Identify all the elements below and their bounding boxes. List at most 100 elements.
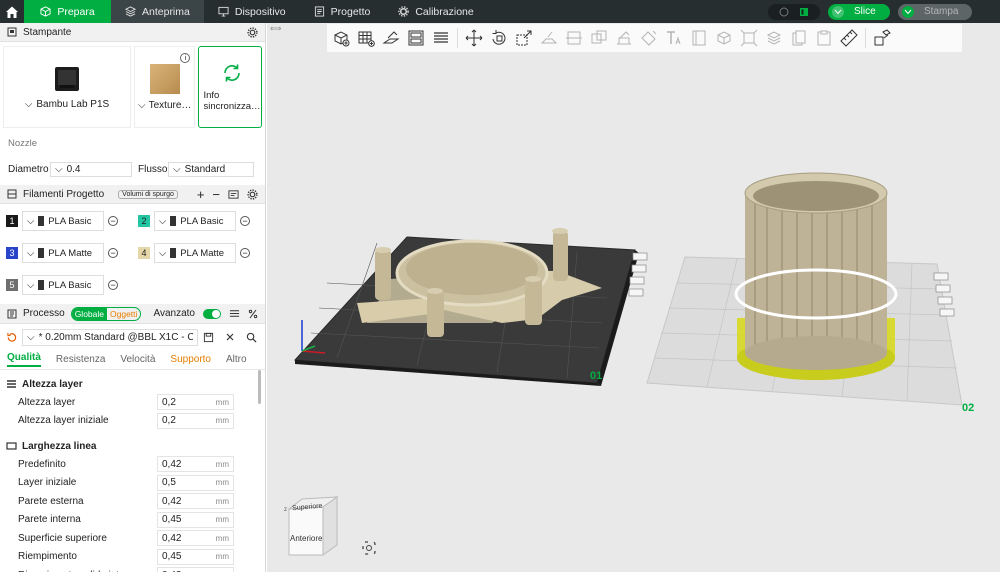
chevron-down-icon[interactable] [832, 5, 844, 18]
param-input[interactable]: 0,2 mm [157, 412, 234, 429]
fit-view-icon[interactable] [362, 541, 376, 555]
close-icon[interactable] [225, 332, 235, 342]
chevron-down-icon[interactable] [902, 5, 914, 18]
sync-info-button[interactable]: Info sincronizza… [198, 46, 263, 128]
param-row: Parete interna 0,45 mm [0, 511, 265, 530]
param-label: Parete esterna [18, 495, 84, 507]
chevron-down-icon: ⌵ [27, 215, 35, 227]
filament-dropdown[interactable]: ⌵ PLA Basic [154, 211, 236, 231]
plate-selector[interactable]: i ⌵ Texture… [133, 46, 196, 128]
tab-other[interactable]: Altro [226, 354, 247, 365]
tab-calibration[interactable]: Calibrazione [384, 0, 487, 23]
flow-dropdown[interactable]: ⌵ Standard [168, 161, 254, 177]
param-input[interactable]: 0,42mm [157, 456, 234, 473]
chevron-down-icon: ⌵ [24, 98, 33, 110]
advanced-toggle[interactable] [203, 308, 221, 319]
global-objects-toggle[interactable]: Globale Oggetti [70, 306, 142, 321]
printer-selector[interactable]: ⌵ Bambu Lab P1S [3, 46, 131, 128]
remove-filament-icon[interactable]: − [108, 216, 118, 226]
diameter-dropdown[interactable]: ⌵ 0.4 [50, 161, 132, 177]
search-icon[interactable] [246, 332, 257, 343]
list-icon[interactable] [229, 308, 240, 319]
param-row: Altezza layer iniziale 0,2 mm [0, 412, 265, 431]
filament-color-badge[interactable]: 4 [138, 247, 150, 259]
purge-volumes-button[interactable]: Volumi di spurgo [118, 189, 178, 199]
filament-color-badge[interactable]: 5 [6, 279, 18, 291]
sync-ams-icon[interactable] [228, 189, 239, 200]
global-option[interactable]: Globale [71, 307, 107, 320]
process-section-header: Processo Globale Oggetti Avanzato [0, 304, 265, 324]
home-button[interactable] [0, 0, 24, 23]
scene[interactable]: 01 02 Superiore Anteriore z [267, 23, 1000, 572]
navigation-cube[interactable]: Superiore Anteriore z [284, 496, 339, 556]
filament-swatch-icon [38, 280, 45, 290]
filament-dropdown[interactable]: ⌵ PLA Matte [154, 243, 236, 263]
tab-speed[interactable]: Velocità [120, 354, 155, 365]
printer-name: Bambu Lab P1S [36, 98, 110, 110]
tab-quality[interactable]: Qualità [7, 352, 41, 367]
param-input[interactable]: 0,5 mm [157, 474, 234, 491]
params-scrollbar[interactable] [258, 370, 261, 404]
plate-name: Texture… [148, 99, 192, 111]
print-button[interactable]: Stampa [898, 3, 972, 20]
tab-prepare[interactable]: Prepara [24, 0, 111, 23]
filament-color-badge[interactable]: 1 [6, 215, 18, 227]
param-value: 0,2 [162, 415, 176, 427]
filament-swatch-icon [170, 248, 177, 258]
filament-color-badge[interactable]: 3 [6, 247, 18, 259]
remove-filament-icon[interactable]: − [108, 280, 118, 290]
filament-dropdown[interactable]: ⌵ PLA Basic [22, 275, 104, 295]
chevron-down-icon: ⌵ [55, 163, 63, 175]
cube-outline-icon [40, 6, 51, 17]
plate-2-number: 02 [962, 402, 974, 414]
param-row: Altezza layer 0,2 mm [0, 393, 265, 412]
save-icon[interactable] [203, 332, 214, 343]
chevron-down-icon: ⌵ [27, 331, 35, 343]
param-input[interactable]: 0,45 mm [157, 548, 234, 565]
view-mode-toggle[interactable] [768, 3, 820, 20]
preset-row: ⌵ * 0.20mm Standard @BBL X1C - C… [0, 324, 265, 350]
tab-strength[interactable]: Resistenza [56, 354, 105, 365]
filament-dropdown[interactable]: ⌵ PLA Matte [22, 243, 104, 263]
plate-thumbnail [149, 63, 180, 94]
param-input[interactable]: 0,42mm [157, 567, 234, 572]
document-icon [314, 6, 324, 17]
settings-gear-icon[interactable] [247, 26, 258, 38]
info-icon[interactable]: i [180, 53, 191, 63]
selected-cylinder-object[interactable] [734, 172, 898, 380]
settings-gear-icon[interactable] [247, 188, 258, 200]
remove-filament-icon[interactable]: − [240, 248, 250, 258]
param-unit: mm [215, 552, 229, 562]
slice-button[interactable]: Slice [828, 3, 890, 20]
tab-project[interactable]: Progetto [300, 0, 385, 23]
filament-dropdown[interactable]: ⌵ PLA Basic [22, 211, 104, 231]
remove-filament-icon[interactable]: − [212, 187, 220, 202]
param-input[interactable]: 0,2 mm [157, 394, 234, 411]
filament-swatch-icon [38, 248, 45, 258]
3d-viewport[interactable]: ⟺ 01 02 Superiore Anteriore z [267, 23, 1000, 572]
reset-icon[interactable] [6, 332, 17, 343]
filament-name: PLA Basic [48, 279, 92, 291]
filament-color-badge[interactable]: 2 [138, 215, 150, 227]
param-input[interactable]: 0,45 mm [157, 511, 234, 528]
remove-filament-icon[interactable]: − [108, 248, 118, 258]
chevron-down-icon: ⌵ [27, 279, 35, 291]
tab-support[interactable]: Supporto [170, 354, 211, 365]
preset-dropdown[interactable]: ⌵ * 0.20mm Standard @BBL X1C - C… [22, 328, 198, 346]
param-input[interactable]: 0,42mm [157, 493, 234, 510]
home-icon [6, 6, 18, 18]
printer-section-header: Stampante [0, 23, 265, 42]
filament-name: PLA Basic [180, 215, 224, 227]
tab-calibration-label: Calibrazione [415, 5, 474, 18]
filaments-section-title: Filamenti Progetto [23, 188, 105, 200]
add-filament-icon[interactable]: + [197, 187, 205, 202]
tab-device[interactable]: Dispositivo [204, 0, 300, 23]
filament-name: PLA Matte [48, 247, 93, 259]
nav-cube-front[interactable]: Anteriore [290, 534, 323, 543]
percent-icon[interactable] [248, 309, 258, 319]
remove-filament-icon[interactable]: − [240, 216, 250, 226]
param-input[interactable]: 0,42mm [157, 530, 234, 547]
slice-label: Slice [854, 6, 876, 17]
objects-option[interactable]: Oggetti [107, 308, 140, 320]
tab-preview[interactable]: Anteprima [111, 0, 204, 23]
